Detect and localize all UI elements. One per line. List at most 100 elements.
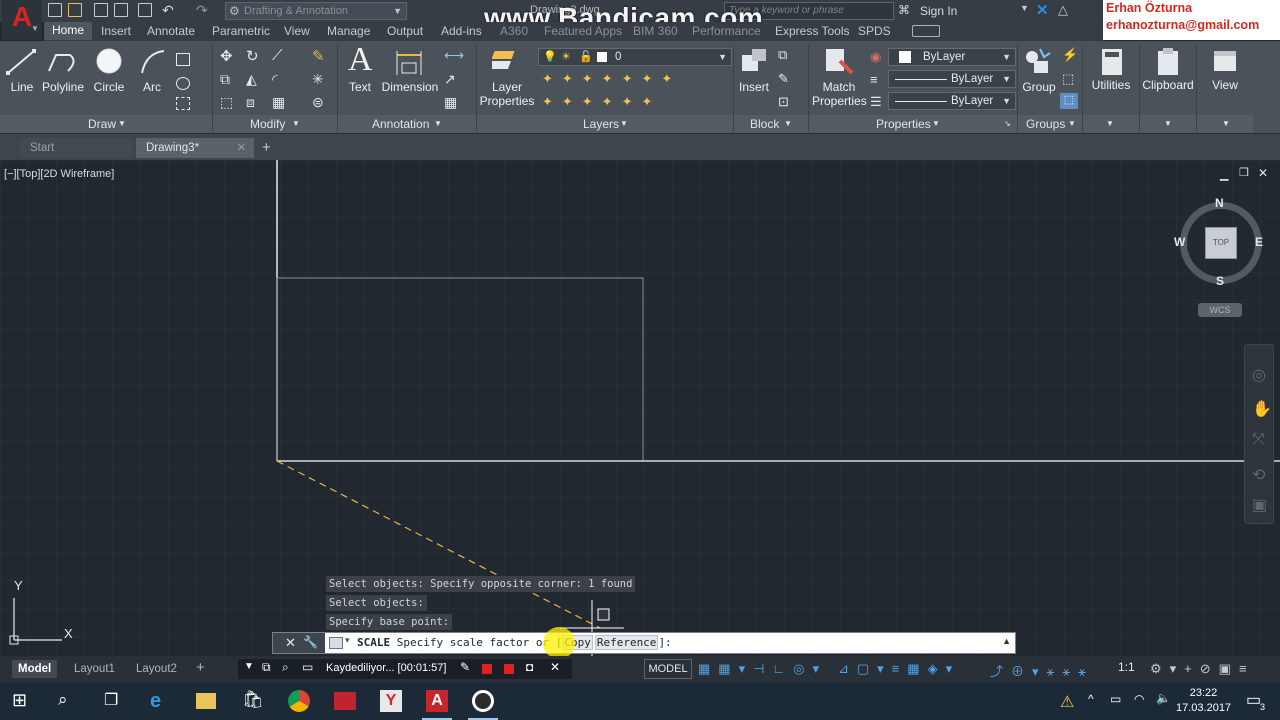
move-icon[interactable]: ✥ — [220, 47, 233, 65]
new-tab-plus-icon[interactable]: + — [262, 139, 271, 156]
task-view-icon[interactable]: ❐ — [104, 690, 126, 712]
explode-icon[interactable]: ✳ — [312, 71, 324, 88]
showmotion-icon[interactable]: ▣ — [1252, 495, 1267, 515]
system-clock[interactable]: 23:22 17.03.2017 — [1176, 686, 1231, 716]
polyline-button[interactable]: Polyline — [40, 80, 86, 94]
search-icon[interactable]: ⌕ — [58, 690, 80, 712]
chevron-up-icon[interactable]: ▲ — [1002, 636, 1011, 646]
create-block-icon[interactable]: ⧉ — [778, 47, 787, 63]
chevron-down-icon[interactable]: ▼ — [932, 119, 940, 128]
file-explorer-icon[interactable] — [196, 693, 216, 709]
wrench-icon[interactable]: 🔧 — [303, 635, 318, 649]
tab-view[interactable]: View — [284, 24, 310, 38]
layers-panel-label[interactable]: Layers — [583, 117, 619, 131]
save-as-icon[interactable] — [114, 3, 128, 17]
windows-start-icon[interactable]: ⊞ — [12, 690, 34, 712]
chevron-down-icon[interactable]: ▼ — [620, 119, 628, 128]
linetype-dropdown[interactable]: ByLayer ▼ — [888, 92, 1016, 110]
annotation-panel-label[interactable]: Annotation — [372, 117, 429, 131]
layer-dropdown[interactable]: 💡 ☀ 🔓 0 ▼ — [538, 48, 732, 66]
drafting-toggles-2[interactable]: ⊿▢▾≡▦◈▾ — [838, 661, 960, 677]
array-icon[interactable]: ▦ — [272, 94, 285, 111]
compass-east[interactable]: E — [1255, 235, 1263, 249]
camera-icon[interactable]: ◘ — [526, 660, 533, 674]
window-icon[interactable]: ⧉ — [262, 660, 271, 675]
binoculars-icon[interactable]: ⌘ — [898, 3, 910, 17]
restore-viewport-icon[interactable]: ❐ — [1239, 166, 1249, 179]
command-input[interactable]: SCALE Specify scale factor or [CopyRefer… — [357, 635, 672, 650]
edit-block-icon[interactable]: ✎ — [778, 71, 789, 87]
tab-layout2[interactable]: Layout2 — [130, 660, 183, 678]
linear-dim-icon[interactable]: ⟷ — [444, 47, 464, 64]
autocad-taskbar-icon[interactable]: A — [426, 690, 448, 712]
tab-layout1[interactable]: Layout1 — [68, 660, 121, 678]
tab-annotate[interactable]: Annotate — [147, 24, 195, 38]
dimension-button[interactable]: Dimension — [380, 80, 440, 94]
line-button[interactable]: Line — [6, 80, 38, 94]
save-icon[interactable] — [94, 3, 108, 17]
block-panel-label[interactable]: Block — [750, 117, 779, 131]
close-icon[interactable]: ✕ — [237, 138, 246, 158]
erase-icon[interactable]: ✎ — [312, 47, 325, 65]
zoom-extents-icon[interactable]: ⤧ — [1252, 431, 1265, 449]
match-properties-button[interactable]: Match Properties — [812, 80, 867, 108]
draw-panel-label[interactable]: Draw — [88, 117, 116, 131]
command-prompt-icon[interactable] — [329, 637, 343, 649]
table-icon[interactable]: ▦ — [444, 94, 457, 111]
edge-browser-icon[interactable]: e — [150, 690, 172, 712]
compass-north[interactable]: N — [1215, 196, 1224, 210]
tab-insert[interactable]: Insert — [101, 24, 131, 38]
store-icon[interactable]: 🛍 — [242, 690, 264, 712]
search-icon[interactable]: ⌕ — [282, 660, 289, 675]
tab-add-ins[interactable]: Add-ins — [441, 24, 482, 38]
arc-button[interactable]: Arc — [136, 80, 168, 94]
chevron-down-icon[interactable]: ▼ — [1106, 119, 1114, 128]
tab-express-tools[interactable]: Express Tools — [775, 24, 849, 38]
mirror-icon[interactable]: ◭ — [246, 71, 257, 88]
tab-model[interactable]: Model — [12, 660, 58, 678]
scale-icon[interactable]: ⧈ — [246, 94, 255, 111]
action-center-icon[interactable]: ▭ — [1246, 690, 1261, 710]
chevron-down-icon[interactable]: ▼ — [1222, 119, 1230, 128]
attribute-icon[interactable]: ⊡ — [778, 94, 789, 110]
utilities-button[interactable]: Utilities — [1084, 78, 1138, 92]
wifi-icon[interactable]: ◠ — [1134, 692, 1144, 706]
ribbon-minimize-toggle[interactable] — [912, 25, 940, 37]
rectangle-icon[interactable] — [176, 53, 190, 66]
group-edit-icon[interactable]: ⬚ — [1062, 71, 1074, 87]
print-icon[interactable] — [138, 3, 152, 17]
stop-icon[interactable] — [504, 664, 514, 674]
color-dropdown[interactable]: ByLayer ▼ — [888, 48, 1016, 66]
chevron-down-icon[interactable]: ▼ — [784, 119, 792, 128]
insert-button[interactable]: Insert — [736, 80, 772, 94]
trim-icon[interactable]: ⟋ — [272, 47, 283, 64]
tab-manage[interactable]: Manage — [327, 24, 370, 38]
open-folder-icon[interactable] — [68, 3, 82, 17]
tab-bim-360[interactable]: BIM 360 — [633, 24, 678, 38]
exchange-icon[interactable]: ✕ — [1036, 1, 1049, 19]
chevron-down-icon[interactable]: ▼ — [292, 119, 300, 128]
compass-west[interactable]: W — [1174, 235, 1185, 249]
option-reference[interactable]: Reference — [594, 635, 659, 650]
group-select-icon[interactable]: ⬚ — [1060, 93, 1078, 109]
ungroup-icon[interactable]: ⚡ — [1062, 47, 1078, 63]
annotation-scale[interactable]: 1:1 — [1118, 660, 1135, 674]
clipboard-button[interactable]: Clipboard — [1140, 78, 1196, 92]
text-button[interactable]: Text — [344, 80, 376, 94]
viewport-controls[interactable]: [−][Top][2D Wireframe] — [4, 168, 114, 180]
pen-icon[interactable]: ✎ — [460, 660, 470, 674]
drafting-toggles-3[interactable]: ⤴⊕▾⚹⚹⚹ — [990, 661, 1094, 680]
rotate-icon[interactable]: ↻ — [246, 47, 259, 65]
model-space-button[interactable]: MODEL — [644, 659, 692, 679]
dialog-launcher-icon[interactable]: ↘ — [1004, 119, 1011, 128]
close-icon[interactable]: ✕ — [550, 660, 560, 674]
warning-icon[interactable]: ⚠ — [1060, 692, 1074, 712]
tab-home[interactable]: Home — [44, 22, 93, 40]
close-icon[interactable]: ✕ — [285, 635, 296, 651]
tab-output[interactable]: Output — [387, 24, 423, 38]
battery-icon[interactable]: ▭ — [1110, 692, 1121, 706]
layer-properties-button[interactable]: Layer Properties — [478, 80, 536, 108]
bandicam-icon[interactable] — [472, 690, 494, 712]
pause-icon[interactable] — [482, 664, 492, 674]
command-line[interactable]: ✕ 🔧 ▾ SCALE Specify scale factor or [Cop… — [272, 627, 1016, 659]
